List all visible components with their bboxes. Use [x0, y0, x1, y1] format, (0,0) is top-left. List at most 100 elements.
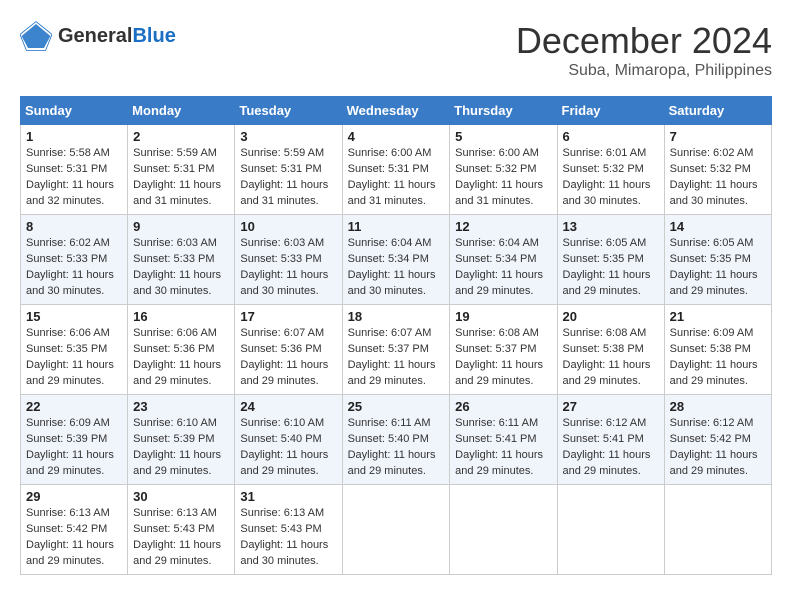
calendar-cell: 22 Sunrise: 6:09 AM Sunset: 5:39 PM Dayl…: [21, 395, 128, 485]
header-wednesday: Wednesday: [342, 97, 450, 125]
day-info: Sunrise: 6:13 AM Sunset: 5:43 PM Dayligh…: [240, 506, 336, 570]
daylight-label: Daylight: 11 hours: [670, 179, 758, 191]
calendar-cell: 25 Sunrise: 6:11 AM Sunset: 5:40 PM Dayl…: [342, 395, 450, 485]
day-info: Sunrise: 6:05 AM Sunset: 5:35 PM Dayligh…: [563, 236, 659, 300]
daylight-label: Daylight: 11 hours: [348, 359, 436, 371]
sunrise-label: Sunrise: 5:59 AM: [240, 147, 324, 159]
sunset-label: Sunset: 5:33 PM: [133, 253, 214, 265]
daylight-label: Daylight: 11 hours: [455, 359, 543, 371]
calendar-cell: 9 Sunrise: 6:03 AM Sunset: 5:33 PM Dayli…: [128, 215, 235, 305]
daylight-label: Daylight: 11 hours: [26, 269, 114, 281]
day-number: 1: [26, 129, 122, 144]
daylight-minutes: and 29 minutes.: [133, 465, 211, 477]
header-monday: Monday: [128, 97, 235, 125]
day-info: Sunrise: 6:13 AM Sunset: 5:43 PM Dayligh…: [133, 506, 229, 570]
calendar-cell: 26 Sunrise: 6:11 AM Sunset: 5:41 PM Dayl…: [450, 395, 557, 485]
daylight-minutes: and 29 minutes.: [348, 375, 426, 387]
sunrise-label: Sunrise: 5:58 AM: [26, 147, 110, 159]
daylight-label: Daylight: 11 hours: [26, 179, 114, 191]
calendar-cell: 7 Sunrise: 6:02 AM Sunset: 5:32 PM Dayli…: [664, 125, 771, 215]
sunset-label: Sunset: 5:43 PM: [240, 523, 321, 535]
daylight-label: Daylight: 11 hours: [455, 179, 543, 191]
sunrise-label: Sunrise: 6:06 AM: [133, 327, 217, 339]
day-info: Sunrise: 5:58 AM Sunset: 5:31 PM Dayligh…: [26, 146, 122, 210]
title-area: December 2024 Suba, Mimaropa, Philippine…: [516, 20, 772, 80]
day-info: Sunrise: 6:00 AM Sunset: 5:32 PM Dayligh…: [455, 146, 551, 210]
day-number: 31: [240, 489, 336, 504]
week-row-1: 1 Sunrise: 5:58 AM Sunset: 5:31 PM Dayli…: [21, 125, 772, 215]
sunrise-label: Sunrise: 6:12 AM: [563, 417, 647, 429]
calendar-cell: 12 Sunrise: 6:04 AM Sunset: 5:34 PM Dayl…: [450, 215, 557, 305]
sunrise-label: Sunrise: 6:07 AM: [240, 327, 324, 339]
daylight-minutes: and 32 minutes.: [26, 195, 104, 207]
day-info: Sunrise: 6:09 AM Sunset: 5:38 PM Dayligh…: [670, 326, 766, 390]
daylight-minutes: and 29 minutes.: [240, 465, 318, 477]
sunset-label: Sunset: 5:31 PM: [26, 163, 107, 175]
daylight-minutes: and 31 minutes.: [240, 195, 318, 207]
location-title: Suba, Mimaropa, Philippines: [516, 62, 772, 80]
calendar-cell: 27 Sunrise: 6:12 AM Sunset: 5:41 PM Dayl…: [557, 395, 664, 485]
day-info: Sunrise: 6:13 AM Sunset: 5:42 PM Dayligh…: [26, 506, 122, 570]
calendar-cell: 23 Sunrise: 6:10 AM Sunset: 5:39 PM Dayl…: [128, 395, 235, 485]
sunrise-label: Sunrise: 6:07 AM: [348, 327, 432, 339]
day-info: Sunrise: 6:11 AM Sunset: 5:41 PM Dayligh…: [455, 416, 551, 480]
day-info: Sunrise: 6:00 AM Sunset: 5:31 PM Dayligh…: [348, 146, 445, 210]
week-row-2: 8 Sunrise: 6:02 AM Sunset: 5:33 PM Dayli…: [21, 215, 772, 305]
calendar-cell: [664, 485, 771, 575]
daylight-minutes: and 29 minutes.: [26, 555, 104, 567]
daylight-minutes: and 31 minutes.: [348, 195, 426, 207]
sunset-label: Sunset: 5:36 PM: [133, 343, 214, 355]
daylight-minutes: and 29 minutes.: [240, 375, 318, 387]
sunset-label: Sunset: 5:33 PM: [26, 253, 107, 265]
sunset-label: Sunset: 5:34 PM: [455, 253, 536, 265]
week-row-5: 29 Sunrise: 6:13 AM Sunset: 5:42 PM Dayl…: [21, 485, 772, 575]
daylight-minutes: and 29 minutes.: [26, 465, 104, 477]
sunset-label: Sunset: 5:35 PM: [670, 253, 751, 265]
calendar-cell: 21 Sunrise: 6:09 AM Sunset: 5:38 PM Dayl…: [664, 305, 771, 395]
daylight-minutes: and 29 minutes.: [455, 375, 533, 387]
day-number: 28: [670, 399, 766, 414]
daylight-label: Daylight: 11 hours: [670, 359, 758, 371]
day-info: Sunrise: 6:12 AM Sunset: 5:41 PM Dayligh…: [563, 416, 659, 480]
sunrise-label: Sunrise: 6:02 AM: [670, 147, 754, 159]
daylight-minutes: and 29 minutes.: [670, 285, 748, 297]
daylight-label: Daylight: 11 hours: [133, 179, 221, 191]
day-number: 21: [670, 309, 766, 324]
daylight-label: Daylight: 11 hours: [348, 449, 436, 461]
day-info: Sunrise: 6:07 AM Sunset: 5:37 PM Dayligh…: [348, 326, 445, 390]
sunset-label: Sunset: 5:32 PM: [670, 163, 751, 175]
daylight-minutes: and 29 minutes.: [348, 465, 426, 477]
sunset-label: Sunset: 5:40 PM: [348, 433, 429, 445]
sunrise-label: Sunrise: 6:10 AM: [133, 417, 217, 429]
daylight-minutes: and 31 minutes.: [133, 195, 211, 207]
sunrise-label: Sunrise: 6:04 AM: [348, 237, 432, 249]
sunrise-label: Sunrise: 5:59 AM: [133, 147, 217, 159]
day-number: 14: [670, 219, 766, 234]
daylight-minutes: and 29 minutes.: [670, 375, 748, 387]
day-info: Sunrise: 6:03 AM Sunset: 5:33 PM Dayligh…: [240, 236, 336, 300]
sunset-label: Sunset: 5:31 PM: [133, 163, 214, 175]
sunrise-label: Sunrise: 6:13 AM: [133, 507, 217, 519]
day-number: 24: [240, 399, 336, 414]
calendar-cell: 19 Sunrise: 6:08 AM Sunset: 5:37 PM Dayl…: [450, 305, 557, 395]
sunset-label: Sunset: 5:38 PM: [670, 343, 751, 355]
sunrise-label: Sunrise: 6:10 AM: [240, 417, 324, 429]
daylight-label: Daylight: 11 hours: [26, 539, 114, 551]
daylight-minutes: and 29 minutes.: [670, 465, 748, 477]
day-info: Sunrise: 6:06 AM Sunset: 5:36 PM Dayligh…: [133, 326, 229, 390]
weekday-header-row: Sunday Monday Tuesday Wednesday Thursday…: [21, 97, 772, 125]
sunrise-label: Sunrise: 6:08 AM: [563, 327, 647, 339]
daylight-label: Daylight: 11 hours: [670, 449, 758, 461]
sunrise-label: Sunrise: 6:13 AM: [26, 507, 110, 519]
calendar-cell: 1 Sunrise: 5:58 AM Sunset: 5:31 PM Dayli…: [21, 125, 128, 215]
sunset-label: Sunset: 5:41 PM: [563, 433, 644, 445]
daylight-minutes: and 29 minutes.: [563, 285, 641, 297]
sunset-label: Sunset: 5:42 PM: [26, 523, 107, 535]
day-number: 29: [26, 489, 122, 504]
daylight-minutes: and 31 minutes.: [455, 195, 533, 207]
calendar-cell: 10 Sunrise: 6:03 AM Sunset: 5:33 PM Dayl…: [235, 215, 342, 305]
daylight-label: Daylight: 11 hours: [133, 449, 221, 461]
day-info: Sunrise: 6:03 AM Sunset: 5:33 PM Dayligh…: [133, 236, 229, 300]
calendar-cell: 4 Sunrise: 6:00 AM Sunset: 5:31 PM Dayli…: [342, 125, 450, 215]
day-number: 12: [455, 219, 551, 234]
